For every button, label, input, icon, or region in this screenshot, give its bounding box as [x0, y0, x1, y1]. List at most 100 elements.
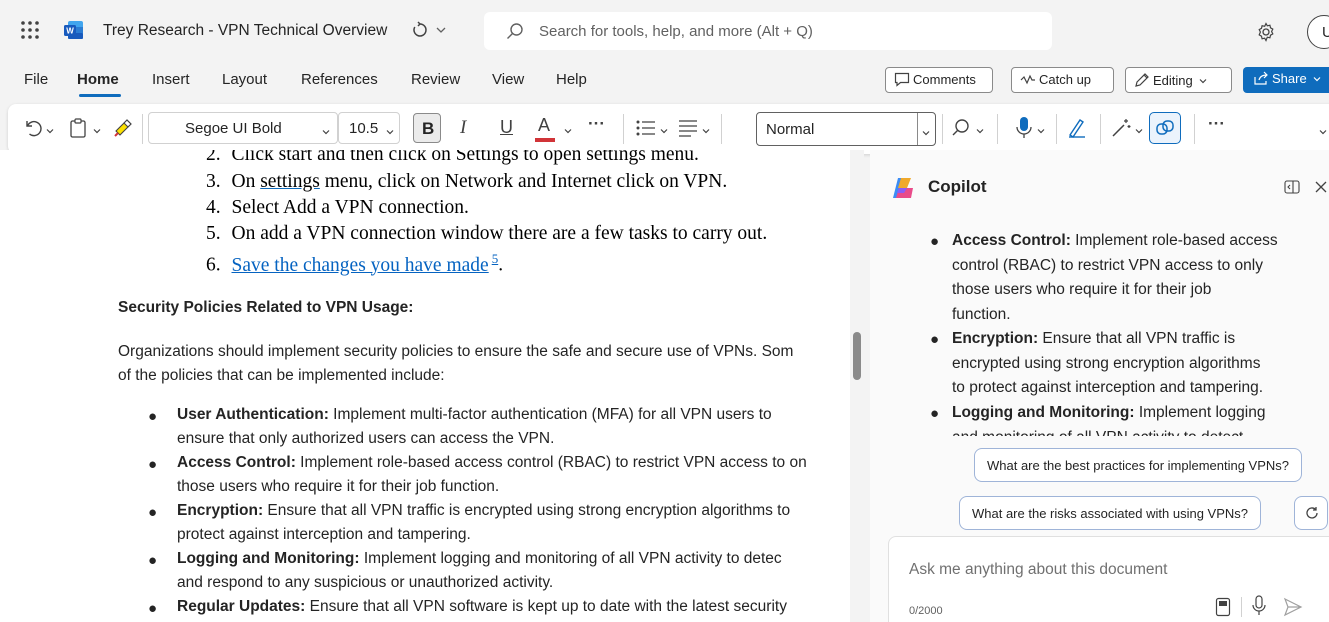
dictate-microphone-icon[interactable]: [1015, 116, 1033, 140]
bold-button[interactable]: B: [413, 113, 441, 143]
undo-icon[interactable]: [22, 118, 42, 138]
tab-file[interactable]: File: [24, 71, 48, 88]
editor-icon[interactable]: [1066, 117, 1088, 139]
bullet-text: Ensure that all VPN software is kept up …: [305, 598, 787, 615]
search-icon: [506, 22, 524, 40]
list-number: 4.: [206, 197, 221, 218]
undo-chevron-down-icon[interactable]: [45, 123, 55, 134]
share-label: Share: [1272, 71, 1307, 86]
response-list-item: Logging and Monitoring: Implement loggin…: [952, 401, 1312, 436]
font-size-dropdown[interactable]: 10.5: [338, 112, 400, 144]
editing-mode-button[interactable]: Editing: [1125, 67, 1232, 93]
find-chevron-down-icon[interactable]: [975, 123, 985, 134]
autosave-sync-icon[interactable]: [411, 21, 429, 39]
ribbon-tabs: File Home Insert Layout References Revie…: [0, 62, 1329, 98]
bullet-list-icon[interactable]: [636, 119, 656, 137]
avatar[interactable]: U: [1307, 15, 1329, 49]
copilot-logo-icon: [890, 175, 916, 201]
response-list-item: Access Control: Implement role-based acc…: [952, 229, 1312, 327]
ribbon-separator: [623, 114, 624, 144]
dictate-chevron-down-icon[interactable]: [1036, 123, 1046, 134]
share-button[interactable]: Share: [1243, 67, 1329, 93]
refresh-icon: [1305, 506, 1319, 520]
list-item: Access Control: Implement role-based acc…: [177, 451, 850, 475]
bullet-marker: ●: [148, 600, 158, 617]
share-icon: [1253, 71, 1269, 89]
ribbon-separator: [997, 114, 998, 144]
list-number: 6.: [206, 254, 221, 276]
ribbon-collapse-chevron-icon[interactable]: [1318, 124, 1328, 135]
document-scrollbar[interactable]: [850, 150, 864, 622]
bullet-marker: ●: [930, 331, 940, 348]
document-canvas[interactable]: 2. Click start and then click on Setting…: [0, 150, 850, 622]
comment-icon: [894, 72, 910, 90]
font-color-button[interactable]: A: [538, 115, 550, 136]
underline-button[interactable]: U: [500, 117, 513, 138]
paste-clipboard-icon[interactable]: [68, 117, 88, 139]
copilot-input-box[interactable]: Ask me anything about this document 0/20…: [888, 536, 1329, 622]
bullet-marker: ●: [930, 405, 940, 422]
response-list-item: Encryption: Ensure that all VPN traffic …: [952, 327, 1312, 401]
save-changes-link[interactable]: Save the changes you have made: [232, 255, 489, 276]
document-title[interactable]: Trey Research - VPN Technical Overview: [103, 22, 387, 40]
find-search-icon[interactable]: [951, 118, 971, 138]
bullet-text-line: and respond to any suspicious or unautho…: [177, 574, 554, 591]
comments-label: Comments: [913, 72, 976, 87]
suggestion-label: What are the risks associated with using…: [972, 506, 1249, 521]
list-item: 3. On settings menu, click on Network an…: [206, 171, 727, 193]
list-item: Regular Updates: Ensure that all VPN sof…: [177, 595, 850, 619]
more-commands-button[interactable]: ···: [1208, 114, 1225, 134]
scrollbar-thumb[interactable]: [853, 332, 861, 380]
align-icon[interactable]: [678, 119, 698, 137]
designer-wand-icon[interactable]: [1110, 117, 1132, 139]
refresh-suggestions-button[interactable]: [1294, 496, 1328, 530]
list-number: 2.: [206, 150, 221, 165]
prompt-guide-icon[interactable]: [1215, 597, 1231, 617]
microphone-icon[interactable]: [1251, 595, 1267, 617]
bullet-term: Encryption:: [177, 502, 264, 519]
tab-insert[interactable]: Insert: [152, 71, 190, 88]
send-icon[interactable]: [1283, 597, 1303, 617]
font-size-value: 10.5: [349, 120, 379, 137]
paste-chevron-down-icon[interactable]: [92, 123, 102, 134]
font-more-button[interactable]: ···: [588, 114, 605, 134]
font-name-dropdown[interactable]: Segoe UI Bold: [148, 112, 338, 144]
suggestion-chip-risks[interactable]: What are the risks associated with using…: [959, 496, 1262, 530]
settings-gear-icon[interactable]: [1256, 22, 1276, 42]
copilot-title: Copilot: [928, 177, 987, 196]
bullet-text-line: control (RBAC) to restrict VPN access to…: [952, 256, 1263, 274]
pane-dock-icon[interactable]: [1284, 180, 1300, 194]
bullet-marker: ●: [930, 233, 940, 250]
font-name-value: Segoe UI Bold: [185, 120, 282, 137]
bullet-term: Logging and Monitoring:: [177, 550, 360, 567]
list-number: 5.: [206, 223, 221, 244]
bullet-chevron-down-icon[interactable]: [659, 123, 669, 134]
share-chevron-down-icon: [1312, 72, 1322, 87]
ribbon-separator: [1194, 114, 1195, 144]
title-chevron-down-icon[interactable]: [434, 23, 448, 37]
tab-references[interactable]: References: [301, 71, 378, 88]
align-chevron-down-icon[interactable]: [701, 123, 711, 134]
tab-review[interactable]: Review: [411, 71, 460, 88]
comments-button[interactable]: Comments: [885, 67, 993, 93]
section-heading: Security Policies Related to VPN Usage:: [118, 299, 414, 316]
settings-spelling-word[interactable]: settings: [260, 171, 320, 192]
font-color-chevron-down-icon[interactable]: [563, 123, 573, 134]
catch-up-button[interactable]: Catch up: [1011, 67, 1114, 93]
bullet-text-line: those users who require it for their job…: [177, 478, 500, 495]
style-dropdown[interactable]: Normal: [756, 112, 936, 146]
format-painter-icon[interactable]: [112, 117, 134, 139]
tab-help[interactable]: Help: [556, 71, 587, 88]
tab-view[interactable]: View: [492, 71, 524, 88]
copilot-toggle-button[interactable]: [1149, 112, 1181, 144]
tab-layout[interactable]: Layout: [222, 71, 267, 88]
ribbon-separator: [942, 114, 943, 144]
app-launcher-icon[interactable]: [20, 20, 40, 40]
suggestion-chip-best-practices[interactable]: What are the best practices for implemen…: [974, 448, 1303, 482]
tab-home[interactable]: Home: [77, 71, 119, 88]
search-box[interactable]: Search for tools, help, and more (Alt + …: [484, 12, 1052, 50]
close-icon[interactable]: [1314, 180, 1328, 194]
italic-button[interactable]: I: [460, 117, 466, 139]
bullet-text: Implement multi-factor authentication (M…: [328, 406, 772, 423]
designer-chevron-down-icon[interactable]: [1134, 123, 1144, 134]
